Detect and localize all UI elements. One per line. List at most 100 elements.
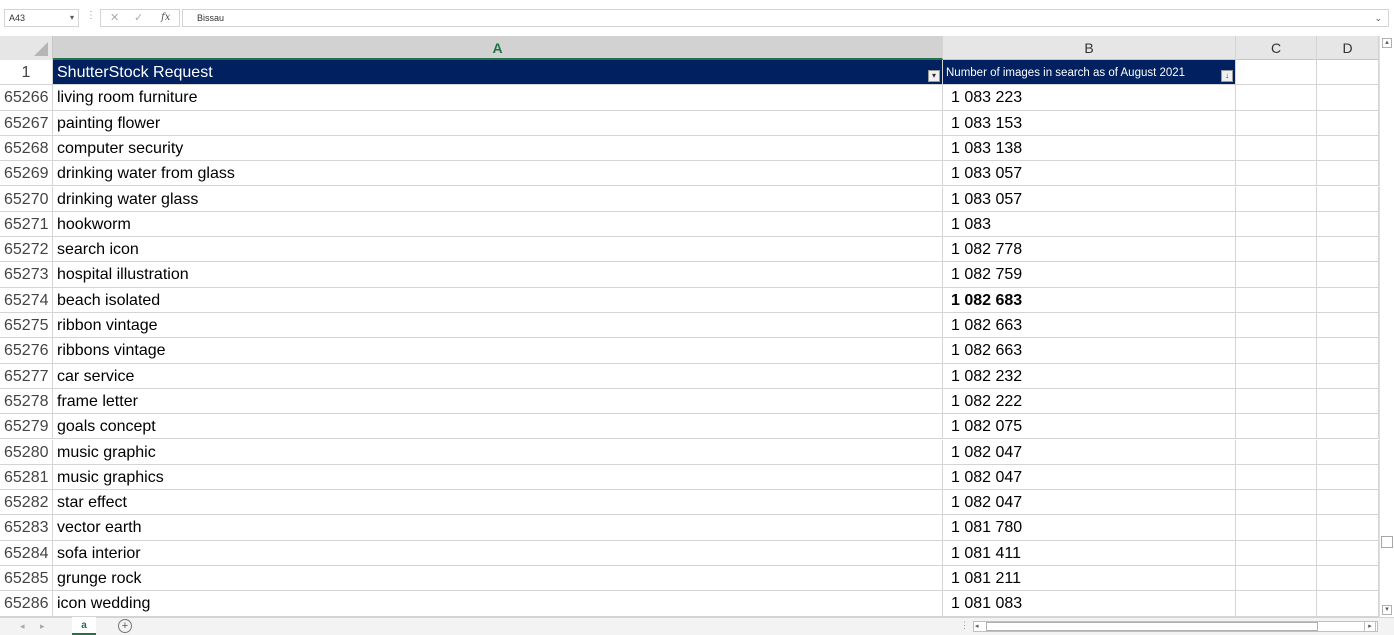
request-cell[interactable]: painting flower [53, 110, 943, 135]
row-header[interactable]: 65279 [0, 414, 53, 439]
row-header[interactable]: 65272 [0, 237, 53, 262]
count-cell[interactable]: 1 082 759 [943, 262, 1236, 287]
count-cell[interactable]: 1 082 232 [943, 363, 1236, 388]
row-header[interactable]: 1 [0, 60, 53, 85]
cell-d[interactable] [1317, 363, 1379, 388]
cell-c[interactable] [1236, 566, 1317, 591]
request-cell[interactable]: frame letter [53, 388, 943, 414]
cell-c[interactable] [1236, 515, 1317, 540]
row-header[interactable]: 65284 [0, 540, 53, 565]
scroll-left-icon[interactable]: ◂ [975, 622, 979, 631]
cell-c[interactable] [1236, 135, 1317, 161]
column-header-b[interactable]: B [943, 36, 1236, 60]
count-cell[interactable]: 1 081 411 [943, 540, 1236, 565]
request-cell[interactable]: ribbon vintage [53, 313, 943, 338]
cell-c[interactable] [1236, 388, 1317, 414]
request-cell[interactable]: music graphic [53, 439, 943, 464]
sheet-tab[interactable]: a [72, 617, 96, 635]
row-header[interactable]: 65282 [0, 490, 53, 515]
name-box[interactable]: A43 ▾ [4, 9, 79, 27]
cell-c[interactable] [1236, 464, 1317, 490]
request-cell[interactable]: beach isolated [53, 287, 943, 312]
cell-c[interactable] [1236, 186, 1317, 211]
cell-d[interactable] [1317, 414, 1379, 439]
next-sheet-icon[interactable]: ▸ [40, 618, 45, 635]
row-header[interactable]: 65269 [0, 161, 53, 186]
request-cell[interactable]: living room furniture [53, 85, 943, 110]
cell-d[interactable] [1317, 211, 1379, 237]
cell-c[interactable] [1236, 237, 1317, 262]
column-header-c[interactable]: C [1236, 36, 1317, 60]
scroll-thumb[interactable] [1381, 536, 1393, 548]
cell-c[interactable] [1236, 287, 1317, 312]
request-cell[interactable]: drinking water glass [53, 186, 943, 211]
request-cell[interactable]: icon wedding [53, 591, 943, 616]
request-cell[interactable]: hookworm [53, 211, 943, 237]
column-header-a[interactable]: A [53, 36, 943, 60]
expand-formula-icon[interactable]: ⌄ [1374, 10, 1382, 26]
row-header[interactable]: 65273 [0, 262, 53, 287]
cell-c[interactable] [1236, 60, 1317, 85]
cell-c[interactable] [1236, 110, 1317, 135]
row-header[interactable]: 65277 [0, 363, 53, 388]
cell-c[interactable] [1236, 363, 1317, 388]
row-header[interactable]: 65281 [0, 464, 53, 490]
count-cell[interactable]: 1 082 222 [943, 388, 1236, 414]
select-all-button[interactable] [0, 36, 53, 60]
horizontal-scroll-thumb[interactable] [986, 622, 1318, 631]
cell-d[interactable] [1317, 85, 1379, 110]
cell-d[interactable] [1317, 161, 1379, 186]
row-header[interactable]: 65267 [0, 110, 53, 135]
request-cell[interactable]: goals concept [53, 414, 943, 439]
cell-d[interactable] [1317, 262, 1379, 287]
prev-sheet-icon[interactable]: ◂ [20, 618, 25, 635]
row-header[interactable]: 65283 [0, 515, 53, 540]
cell-d[interactable] [1317, 388, 1379, 414]
count-cell[interactable]: 1 081 211 [943, 566, 1236, 591]
request-cell[interactable]: drinking water from glass [53, 161, 943, 186]
count-cell[interactable]: 1 082 047 [943, 439, 1236, 464]
cell-c[interactable] [1236, 262, 1317, 287]
cell-c[interactable] [1236, 490, 1317, 515]
count-cell[interactable]: 1 083 [943, 211, 1236, 237]
request-cell[interactable]: star effect [53, 490, 943, 515]
cell-c[interactable] [1236, 338, 1317, 363]
cell-c[interactable] [1236, 161, 1317, 186]
count-cell[interactable]: 1 082 047 [943, 490, 1236, 515]
count-cell[interactable]: 1 082 047 [943, 464, 1236, 490]
cell-d[interactable] [1317, 60, 1379, 85]
row-header[interactable]: 65268 [0, 135, 53, 161]
column-header-d[interactable]: D [1317, 36, 1379, 60]
cell-c[interactable] [1236, 414, 1317, 439]
insert-function-icon[interactable]: fx [161, 10, 170, 26]
scroll-down-icon[interactable]: ▾ [1382, 605, 1392, 615]
scroll-right-icon[interactable]: ▸ [1364, 621, 1376, 632]
request-cell[interactable]: search icon [53, 237, 943, 262]
request-cell[interactable]: car service [53, 363, 943, 388]
request-cell[interactable]: sofa interior [53, 540, 943, 565]
row-header[interactable]: 65280 [0, 439, 53, 464]
cell-d[interactable] [1317, 464, 1379, 490]
vertical-scrollbar[interactable]: ▴ ▾ [1379, 36, 1394, 617]
enter-check-icon[interactable]: ✓ [134, 10, 143, 26]
cell-d[interactable] [1317, 338, 1379, 363]
scroll-up-icon[interactable]: ▴ [1382, 38, 1392, 48]
cell-c[interactable] [1236, 540, 1317, 565]
count-cell[interactable]: 1 081 780 [943, 515, 1236, 540]
count-cell[interactable]: 1 082 075 [943, 414, 1236, 439]
count-cell[interactable]: 1 081 083 [943, 591, 1236, 616]
cell-c[interactable] [1236, 211, 1317, 237]
cell-d[interactable] [1317, 515, 1379, 540]
cell-d[interactable] [1317, 110, 1379, 135]
count-cell[interactable]: 1 082 663 [943, 338, 1236, 363]
count-cell[interactable]: 1 082 778 [943, 237, 1236, 262]
chevron-down-icon[interactable]: ▾ [70, 10, 74, 26]
row-header[interactable]: 65276 [0, 338, 53, 363]
cell-d[interactable] [1317, 439, 1379, 464]
request-cell[interactable]: grunge rock [53, 566, 943, 591]
row-header[interactable]: 65275 [0, 313, 53, 338]
row-header[interactable]: 65274 [0, 287, 53, 312]
request-cell[interactable]: ribbons vintage [53, 338, 943, 363]
row-header[interactable]: 65266 [0, 85, 53, 110]
cell-d[interactable] [1317, 566, 1379, 591]
